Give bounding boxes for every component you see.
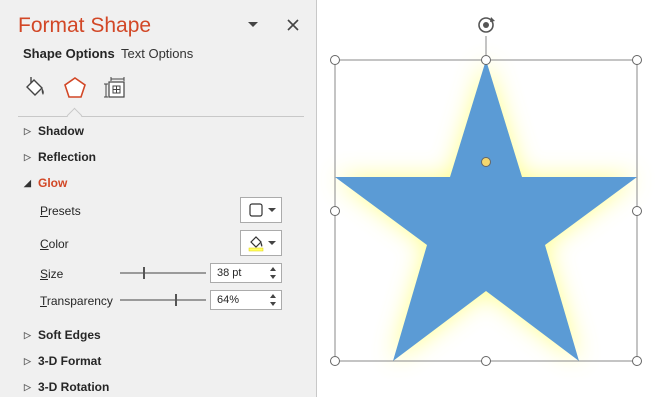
slide-canvas[interactable] <box>317 0 664 397</box>
section-glow[interactable]: ◢ Glow <box>24 174 67 192</box>
star-shape[interactable] <box>335 60 637 361</box>
expand-arrow-icon: ▷ <box>24 355 31 366</box>
spin-up-icon[interactable] <box>270 294 276 298</box>
collapse-arrow-icon: ◢ <box>24 177 31 188</box>
size-spinbox[interactable]: 38 pt <box>210 263 282 283</box>
effects-category-button[interactable] <box>60 73 90 103</box>
presets-label: Presets <box>40 204 81 218</box>
resize-handle-bottom-left[interactable] <box>330 356 340 366</box>
transparency-spinbox[interactable]: 64% <box>210 290 282 310</box>
spin-up-icon[interactable] <box>270 267 276 271</box>
shape-drawing <box>330 17 642 366</box>
color-picker-dropdown[interactable] <box>240 230 282 256</box>
resize-handle-top[interactable] <box>481 55 491 65</box>
section-label: Soft Edges <box>38 328 101 342</box>
expand-arrow-icon: ▷ <box>24 329 31 340</box>
section-label: Glow <box>38 176 68 190</box>
section-label: Reflection <box>38 150 97 164</box>
effects-icon <box>64 77 86 98</box>
spin-down-icon[interactable] <box>270 275 276 279</box>
divider <box>18 116 304 117</box>
active-category-pointer <box>66 107 83 124</box>
transparency-value[interactable]: 64% <box>217 294 239 306</box>
spin-arrows[interactable] <box>269 265 278 281</box>
tab-text-options[interactable]: Text Options <box>121 46 193 61</box>
chevron-down-icon <box>268 208 276 212</box>
paint-bucket-icon <box>248 236 264 252</box>
resize-handle-bottom-right[interactable] <box>632 356 642 366</box>
resize-handle-right[interactable] <box>632 206 642 216</box>
section-3d-rotation[interactable]: ▷ 3-D Rotation <box>24 378 109 396</box>
size-slider[interactable] <box>120 267 206 279</box>
size-properties-icon <box>104 77 125 98</box>
resize-handle-left[interactable] <box>330 206 340 216</box>
fill-line-icon <box>26 77 44 96</box>
resize-handle-bottom[interactable] <box>481 356 491 366</box>
transparency-slider-thumb[interactable] <box>175 294 177 306</box>
pane-title: Format Shape <box>18 14 152 37</box>
size-properties-category-button[interactable] <box>100 73 130 103</box>
section-label: 3-D Rotation <box>38 380 110 394</box>
size-value[interactable]: 38 pt <box>217 267 241 279</box>
transparency-slider[interactable] <box>120 294 206 306</box>
fill-line-category-button[interactable] <box>20 73 50 103</box>
section-label: 3-D Format <box>38 354 102 368</box>
glow-preset-icon <box>249 203 263 217</box>
pane-options-dropdown[interactable] <box>243 14 263 36</box>
expand-arrow-icon: ▷ <box>24 151 31 162</box>
size-label: Size <box>40 267 64 281</box>
section-3d-format[interactable]: ▷ 3-D Format <box>24 352 101 370</box>
section-label: Shadow <box>38 124 85 138</box>
spin-arrows[interactable] <box>269 292 278 308</box>
color-label: Color <box>40 237 69 251</box>
close-icon <box>287 19 299 31</box>
chevron-down-icon <box>248 22 258 27</box>
resize-handle-top-right[interactable] <box>632 55 642 65</box>
close-pane-button[interactable] <box>283 14 303 36</box>
section-reflection[interactable]: ▷ Reflection <box>24 148 96 166</box>
rotate-handle-icon[interactable] <box>478 17 495 33</box>
presets-dropdown[interactable] <box>240 197 282 223</box>
transparency-label: Transparency <box>40 294 113 308</box>
format-shape-pane: Format Shape Shape Options Text Options … <box>0 0 317 397</box>
expand-arrow-icon: ▷ <box>24 125 31 136</box>
adjustment-handle[interactable] <box>481 157 491 167</box>
section-soft-edges[interactable]: ▷ Soft Edges <box>24 326 101 344</box>
spin-down-icon[interactable] <box>270 302 276 306</box>
section-shadow[interactable]: ▷ Shadow <box>24 122 84 140</box>
chevron-down-icon <box>268 241 276 245</box>
tab-shape-options[interactable]: Shape Options <box>23 46 115 61</box>
resize-handle-top-left[interactable] <box>330 55 340 65</box>
expand-arrow-icon: ▷ <box>24 381 31 392</box>
size-slider-thumb[interactable] <box>143 267 145 279</box>
